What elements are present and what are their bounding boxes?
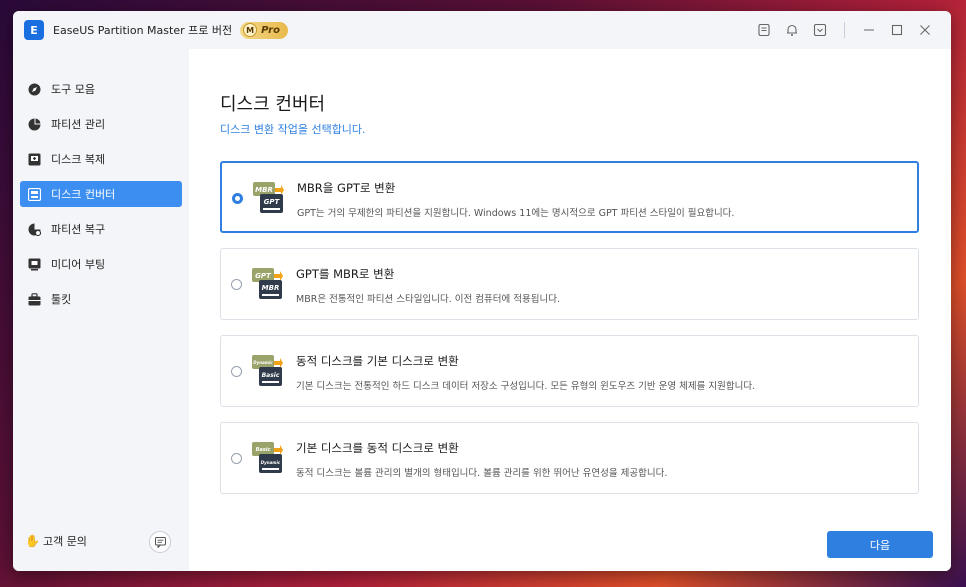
sidebar-item-label: 도구 모음 (51, 83, 95, 96)
notes-icon[interactable] (750, 11, 778, 49)
minimize-icon[interactable] (855, 11, 883, 49)
radio-button[interactable] (231, 366, 242, 377)
radio-button[interactable] (232, 193, 243, 204)
sidebar-item-partition-manager[interactable]: 파티션 관리 (20, 111, 182, 137)
gpt-to-mbr-disk-icon: GPT MBR (252, 268, 283, 299)
app-logo-icon: E (24, 20, 44, 40)
option-title: 동적 디스크를 기본 디스크로 변환 (296, 354, 459, 368)
svg-text:MBR: MBR (262, 284, 280, 292)
sidebar-item-label: 디스크 복제 (51, 153, 106, 166)
recovery-icon (28, 223, 41, 236)
pro-badge-logo-icon: M (243, 23, 258, 37)
sidebar: 도구 모음 파티션 관리 디스크 복제 디스크 컨버터 파티션 복구 미디어 부… (13, 49, 189, 571)
option-title: 기본 디스크를 동적 디스크로 변환 (296, 441, 459, 455)
window-controls (750, 11, 939, 49)
option-mbr-to-gpt[interactable]: MBR GPT MBR을 GPT로 변환 GPT는 거의 무제한의 파티션을 지… (220, 161, 919, 233)
converter-icon (28, 187, 41, 201)
radio-button[interactable] (231, 453, 242, 464)
sidebar-item-label: 파티션 관리 (51, 118, 106, 131)
basic-to-dynamic-disk-icon: Basic Dynamic (252, 442, 283, 473)
feedback-button[interactable] (149, 531, 171, 553)
sidebar-item-label: 미디어 부팅 (51, 258, 106, 271)
sidebar-item-label: 디스크 컨버터 (51, 188, 116, 201)
customer-support-link[interactable]: ✋ 고객 문의 (25, 533, 87, 549)
option-description: GPT는 거의 무제한의 파티션을 지원합니다. Windows 11에는 명시… (297, 208, 735, 219)
option-description: 기본 디스크는 전통적인 하드 디스크 데이터 저장소 구성입니다. 모든 유형… (296, 381, 756, 392)
svg-text:GPT: GPT (264, 198, 281, 206)
option-gpt-to-mbr[interactable]: GPT MBR GPT를 MBR로 변환 MBR은 전통적인 파티션 스타일입니… (220, 248, 919, 320)
option-title: MBR을 GPT로 변환 (297, 181, 396, 195)
sidebar-item-toolbox[interactable]: 도구 모음 (20, 76, 182, 102)
menu-icon[interactable] (806, 11, 834, 49)
chat-icon (154, 536, 166, 548)
page-title: 디스크 컨버터 (220, 94, 326, 115)
option-basic-to-dynamic[interactable]: Basic Dynamic 기본 디스크를 동적 디스크로 변환 동적 디스크는… (220, 422, 919, 494)
sidebar-item-disk-clone[interactable]: 디스크 복제 (20, 146, 182, 172)
svg-text:GPT: GPT (255, 272, 272, 280)
support-label: 고객 문의 (42, 535, 87, 548)
compass-icon (28, 83, 41, 96)
toolkit-icon (28, 292, 41, 306)
svg-text:Basic: Basic (256, 447, 271, 453)
bell-icon[interactable] (778, 11, 806, 49)
pro-badge: M Pro (240, 21, 288, 39)
media-icon (28, 258, 41, 271)
pro-badge-label: Pro (261, 24, 280, 36)
svg-text:Dynamic: Dynamic (253, 360, 273, 365)
close-icon[interactable] (911, 11, 939, 49)
mbr-to-gpt-disk-icon: MBR GPT (253, 182, 284, 213)
svg-text:MBR: MBR (255, 186, 273, 194)
maximize-icon[interactable] (883, 11, 911, 49)
option-dynamic-to-basic[interactable]: Dynamic Basic 동적 디스크를 기본 디스크로 변환 기본 디스크는… (220, 335, 919, 407)
sidebar-item-label: 툴킷 (51, 293, 72, 306)
title-bar: E EaseUS Partition Master 프로 버전 M Pro (13, 11, 951, 49)
titlebar-divider (844, 22, 845, 38)
sidebar-item-toolkit[interactable]: 툴킷 (20, 286, 182, 312)
pie-icon (28, 118, 41, 131)
main-content: 디스크 컨버터 디스크 변환 작업을 선택합니다. MBR GPT MBR을 G… (189, 49, 951, 571)
app-title: EaseUS Partition Master 프로 버전 (53, 24, 233, 37)
sidebar-item-label: 파티션 복구 (51, 223, 106, 236)
hand-icon: ✋ (25, 534, 40, 548)
app-window: E EaseUS Partition Master 프로 버전 M Pro 도구… (13, 11, 951, 571)
option-description: 동적 디스크는 볼륨 관리의 별개의 형태입니다. 볼륨 관리를 위한 뛰어난 … (296, 468, 668, 479)
sidebar-item-partition-recovery[interactable]: 파티션 복구 (20, 216, 182, 242)
svg-text:Dynamic: Dynamic (261, 460, 281, 465)
sidebar-item-disk-converter[interactable]: 디스크 컨버터 (20, 181, 182, 207)
sidebar-item-bootable-media[interactable]: 미디어 부팅 (20, 251, 182, 277)
page-subtitle: 디스크 변환 작업을 선택합니다. (220, 123, 366, 136)
option-description: MBR은 전통적인 파티션 스타일입니다. 이전 컴퓨터에 적용됩니다. (296, 294, 560, 305)
radio-button[interactable] (231, 279, 242, 290)
next-button[interactable]: 다음 (827, 531, 933, 558)
svg-text:Basic: Basic (262, 372, 280, 379)
option-title: GPT를 MBR로 변환 (296, 267, 395, 281)
clone-icon (28, 153, 41, 166)
dynamic-to-basic-disk-icon: Dynamic Basic (252, 355, 283, 386)
